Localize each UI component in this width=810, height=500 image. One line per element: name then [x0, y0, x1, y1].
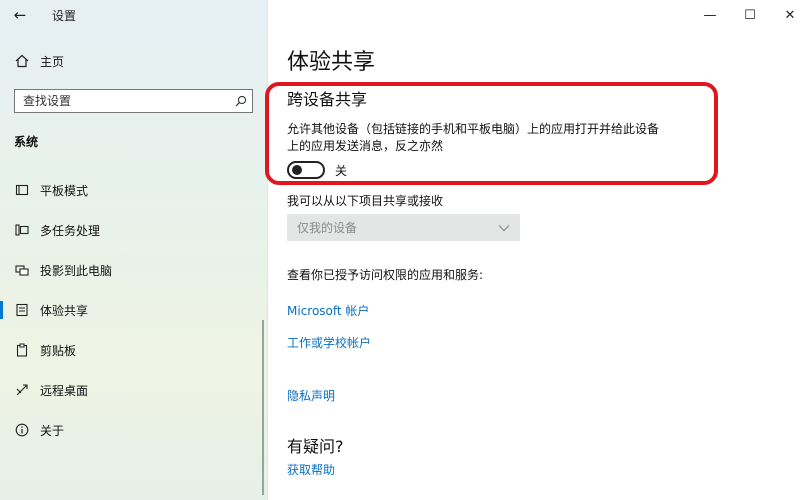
nav-list: 平板模式 多任务处理 投影到此电脑 体验共享 剪贴板 远程桌面 关于	[0, 170, 268, 450]
home-icon	[14, 53, 30, 69]
permissions-text: 查看你已授予访问权限的应用和服务:	[287, 268, 484, 282]
sidebar-item-label: 关于	[40, 423, 65, 438]
toggle-state-label: 关	[335, 163, 348, 178]
search-input[interactable]	[23, 94, 230, 108]
work-school-account-link[interactable]: 工作或学校帐户	[287, 334, 371, 351]
search-icon[interactable]	[230, 90, 252, 112]
sidebar-scrollbar[interactable]	[262, 320, 264, 495]
share-from-label: 我可以从以下项目共享或接收	[287, 194, 444, 208]
sidebar-item-label: 平板模式	[40, 183, 89, 198]
sidebar-item-label: 剪贴板	[40, 343, 77, 358]
share-scope-dropdown: 仅我的设备	[287, 214, 520, 241]
description-text: 允许其他设备（包括链接的手机和平板电脑）上的应用打开并给此设备上的应用发送消息，…	[287, 122, 660, 153]
sidebar-item-label: 体验共享	[40, 303, 89, 318]
search-box[interactable]	[14, 89, 253, 113]
remote-desktop-icon	[14, 382, 30, 398]
close-button[interactable]: ✕	[770, 0, 810, 30]
sidebar: ← 设置 主页 系统 平板模式 多任务处理	[0, 0, 268, 500]
info-icon	[14, 422, 30, 438]
sidebar-item-home[interactable]: 主页	[0, 48, 268, 74]
maximize-button[interactable]: ☐	[730, 0, 770, 30]
nearby-share-toggle[interactable]	[287, 161, 325, 179]
microsoft-account-link[interactable]: Microsoft 帐户	[287, 302, 369, 319]
group-title: 跨设备共享	[287, 90, 368, 109]
project-icon	[14, 262, 30, 278]
toggle-row: 关	[287, 161, 347, 179]
clipboard-icon	[14, 342, 30, 358]
toggle-knob	[292, 165, 302, 175]
share-icon	[14, 302, 30, 318]
sidebar-item-clipboard[interactable]: 剪贴板	[0, 330, 268, 370]
title-bar: ← 设置	[0, 0, 268, 30]
question-heading: 有疑问?	[287, 437, 344, 456]
sidebar-item-multitasking[interactable]: 多任务处理	[0, 210, 268, 250]
sidebar-item-about[interactable]: 关于	[0, 410, 268, 450]
window-controls: — ☐ ✕	[690, 0, 810, 30]
get-help-link[interactable]: 获取帮助	[287, 461, 335, 478]
app-title: 设置	[52, 9, 77, 23]
sidebar-item-project[interactable]: 投影到此电脑	[0, 250, 268, 290]
back-button[interactable]: ←	[10, 5, 30, 25]
sidebar-item-shared-experiences[interactable]: 体验共享	[0, 290, 268, 330]
sidebar-item-tablet-mode[interactable]: 平板模式	[0, 170, 268, 210]
sidebar-item-label: 远程桌面	[40, 383, 89, 398]
tablet-icon	[14, 182, 30, 198]
dropdown-value: 仅我的设备	[297, 221, 358, 235]
page-title: 体验共享	[287, 50, 376, 75]
multitask-icon	[14, 222, 30, 238]
section-title: 系统	[14, 135, 39, 149]
sidebar-item-label: 多任务处理	[40, 223, 101, 238]
sidebar-item-label: 投影到此电脑	[40, 263, 113, 278]
minimize-button[interactable]: —	[690, 0, 730, 30]
home-label: 主页	[40, 54, 65, 69]
privacy-statement-link[interactable]: 隐私声明	[287, 387, 335, 404]
chevron-down-icon	[498, 222, 510, 234]
sidebar-item-remote-desktop[interactable]: 远程桌面	[0, 370, 268, 410]
